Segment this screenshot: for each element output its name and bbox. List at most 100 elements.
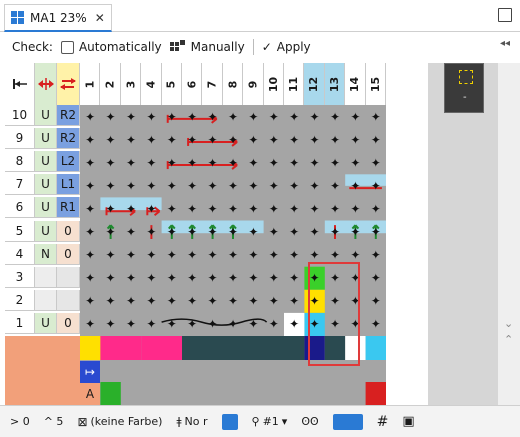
grid-cell[interactable]: ✦ [100, 290, 120, 313]
grid-cell[interactable]: ✦ [325, 290, 345, 313]
grid-cell[interactable]: ✦ [162, 267, 182, 290]
grid-cell[interactable]: ✦ [121, 267, 141, 290]
grid-cell[interactable]: ✦ [325, 151, 345, 174]
grid-cell[interactable]: ✦ [264, 151, 284, 174]
grid-cell[interactable]: ✦ [223, 151, 243, 174]
grid-cell[interactable]: ✦ [121, 151, 141, 174]
grid-cell[interactable]: ✦ [141, 290, 161, 313]
hash-status[interactable]: ⚲ #1 ▾ [252, 415, 288, 428]
grid-cell[interactable]: ✦ [304, 313, 324, 336]
grid-cell[interactable]: ✦ [141, 151, 161, 174]
grid-cell[interactable]: ✦ [121, 244, 141, 267]
grid-cell[interactable]: ✦ [80, 267, 100, 290]
column-header[interactable]: 3 [120, 63, 142, 105]
grid-cell[interactable]: ✦ [243, 128, 263, 151]
bucket-icon[interactable] [221, 413, 238, 430]
grid-cell[interactable]: ✦ [223, 290, 243, 313]
grid-cell[interactable]: ✦ [100, 221, 120, 244]
grid-cell[interactable]: ✦ [264, 267, 284, 290]
grid-toggle-icon[interactable]: # [377, 414, 389, 430]
grid-cell[interactable]: ✦ [100, 174, 120, 197]
column-header[interactable]: 12 [304, 63, 325, 105]
grid-cell[interactable]: ✦ [284, 290, 304, 313]
grid-cell[interactable]: ✦ [366, 313, 386, 336]
grid-cell[interactable]: ✦ [284, 267, 304, 290]
grid-cell[interactable]: ✦ [304, 105, 324, 128]
grid-cell[interactable]: ✦ [202, 197, 222, 220]
grid-cell[interactable]: ✦ [100, 244, 120, 267]
grid-cell[interactable]: ✦ [141, 174, 161, 197]
grid-cell[interactable]: ✦ [345, 221, 365, 244]
column-header[interactable]: 5 [161, 63, 182, 105]
grid-cell[interactable]: ✦ [182, 244, 202, 267]
grid-cell[interactable]: ✦ [264, 105, 284, 128]
grid-cell[interactable]: ✦ [366, 151, 386, 174]
grid-cell[interactable]: ✦ [162, 313, 182, 336]
grid-cell[interactable]: ✦ [223, 105, 243, 128]
auto-checkbox[interactable] [60, 40, 74, 54]
grid-cell[interactable]: ✦ [202, 151, 222, 174]
grid-cell[interactable]: ✦ [345, 151, 365, 174]
grid-cell[interactable]: ✦ [325, 244, 345, 267]
grid-cell[interactable]: ✦ [243, 267, 263, 290]
first-column-icon[interactable] [5, 63, 35, 105]
grid-cell[interactable]: ✦ [345, 197, 365, 220]
column-header[interactable]: 8 [222, 63, 244, 105]
grid-cell[interactable]: ✦ [162, 128, 182, 151]
grid-cell[interactable]: ✦ [366, 128, 386, 151]
grid-cell[interactable]: ✦ [80, 197, 100, 220]
grid-cell[interactable]: ✦ [264, 244, 284, 267]
grid-cell[interactable]: ✦ [304, 197, 324, 220]
grid-cell[interactable]: ✦ [182, 197, 202, 220]
grid-cell[interactable]: ✦ [202, 128, 222, 151]
manual-check-button[interactable]: Manually [169, 40, 245, 54]
grid-cell[interactable]: ✦ [121, 221, 141, 244]
swap-arrows-icon[interactable] [57, 63, 80, 105]
grid-cell[interactable]: ✦ [304, 221, 324, 244]
grid-cell[interactable]: ✦ [141, 221, 161, 244]
color-status[interactable]: ⊠ (keine Farbe) [77, 415, 162, 429]
row-label[interactable]: 3 [5, 266, 80, 288]
grid-cell[interactable]: ✦ [345, 267, 365, 290]
grid-cell[interactable]: ✦ [284, 128, 304, 151]
grid-cell[interactable]: ✦ [325, 128, 345, 151]
row-label[interactable]: 5U0 [5, 220, 80, 242]
grid-cell[interactable]: ✦ [264, 313, 284, 336]
grid-cell[interactable]: ✦ [304, 151, 324, 174]
grid-cell[interactable]: ✦ [325, 197, 345, 220]
grid-cell[interactable]: ✦ [162, 221, 182, 244]
grid-cell[interactable]: ✦ [366, 267, 386, 290]
grid-cell[interactable]: ✦ [162, 105, 182, 128]
grid-cell[interactable]: ✦ [304, 290, 324, 313]
grid-cell[interactable]: ✦ [304, 128, 324, 151]
grid-cell[interactable]: ✦ [80, 221, 100, 244]
grid-cell[interactable]: ✦ [243, 244, 263, 267]
column-header[interactable]: 14 [345, 63, 366, 105]
grid-cell[interactable]: ✦ [366, 174, 386, 197]
column-header[interactable]: 6 [182, 63, 203, 105]
grid-cell[interactable]: ✦ [345, 174, 365, 197]
grid-cell[interactable]: ✦ [243, 221, 263, 244]
column-header[interactable]: 15 [365, 63, 386, 105]
grid-cell[interactable]: ✦ [80, 244, 100, 267]
symbol-rows[interactable] [80, 336, 386, 405]
grid-cell[interactable]: ✦ [182, 105, 202, 128]
grid-cell[interactable]: ✦ [202, 290, 222, 313]
grid-cell[interactable]: ✦ [121, 313, 141, 336]
grid-cell[interactable]: ✦ [304, 267, 324, 290]
column-header[interactable]: 7 [202, 63, 223, 105]
grid-cell[interactable]: ✦ [162, 151, 182, 174]
document-tab[interactable]: MA1 23% ✕ [4, 4, 112, 32]
grid-cell[interactable]: ✦ [80, 290, 100, 313]
grid-cell[interactable]: ✦ [121, 128, 141, 151]
grid-cell[interactable]: ✦ [345, 290, 365, 313]
row-label[interactable]: 7 U L1 [5, 174, 80, 196]
grid-cell[interactable]: ✦ [243, 151, 263, 174]
row-label[interactable]: 8 U L2 [5, 151, 80, 173]
grid-cell[interactable]: ✦ [264, 290, 284, 313]
grid-cell[interactable]: ✦ [325, 313, 345, 336]
grid-cell[interactable]: ✦ [223, 174, 243, 197]
grid-cell[interactable]: ✦ [366, 244, 386, 267]
symbol-view-icon[interactable]: ʘʘ [301, 415, 318, 428]
grid-cell[interactable]: ✦ [202, 105, 222, 128]
